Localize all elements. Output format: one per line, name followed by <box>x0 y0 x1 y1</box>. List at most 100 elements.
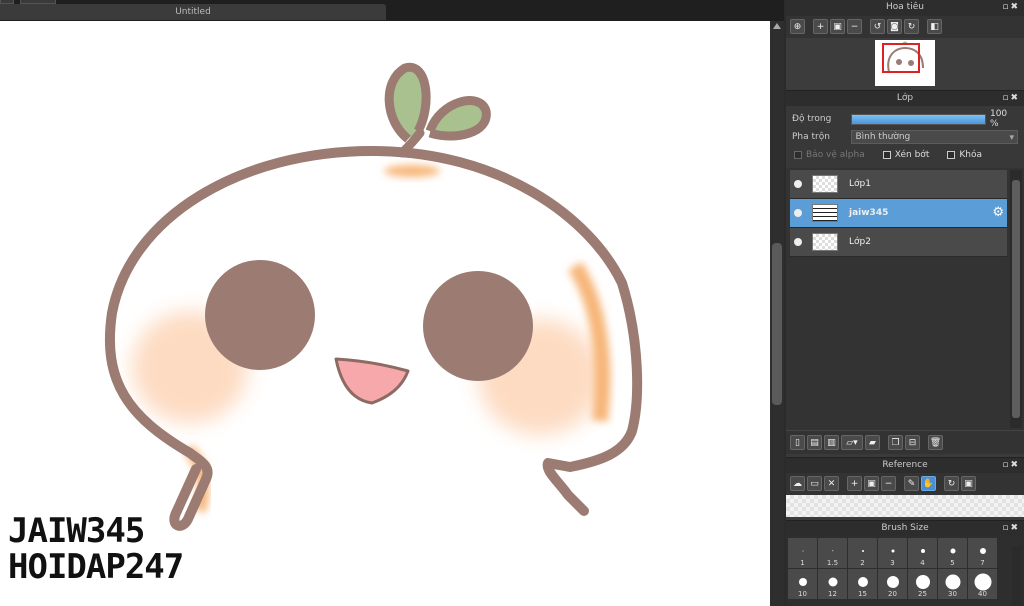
visibility-eye-icon[interactable] <box>794 180 802 188</box>
opacity-slider[interactable] <box>850 113 986 125</box>
layer-name: Lớp1 <box>849 179 871 189</box>
layer-name: jaiw345 <box>849 208 889 218</box>
brush-size-header: Brush Size ▫✖ <box>786 520 1024 536</box>
brush-size-label: 1 <box>800 559 805 567</box>
layer-thumbnail <box>812 233 838 251</box>
reference-header: Reference ▫✖ <box>786 457 1024 473</box>
layer-row[interactable]: Lớp2 <box>790 228 1007 257</box>
brush-size-label: 25 <box>918 590 927 598</box>
brush-size-grid: 1 1.5 2 3 4 5 7 10 12 15 20 25 30 40 <box>786 536 1024 606</box>
panel-controls[interactable]: ▫✖ <box>1002 521 1020 536</box>
brush-size-cell[interactable]: 2 <box>848 538 877 568</box>
zoom-out-icon[interactable]: − <box>881 476 896 491</box>
canvas-scrollbar[interactable] <box>770 21 784 606</box>
flip-icon[interactable]: ◧ <box>927 19 942 34</box>
lock-checkbox[interactable]: Khóa <box>947 150 982 160</box>
panel-controls[interactable]: ▫✖ <box>1002 0 1020 15</box>
rotate-right-icon[interactable]: ↻ <box>904 19 919 34</box>
layer-thumbnail <box>812 204 838 222</box>
brush-size-cell[interactable]: 30 <box>938 569 967 599</box>
brush-size-cell[interactable]: 5 <box>938 538 967 568</box>
gear-icon[interactable]: ⚙ <box>992 206 1004 219</box>
brush-dot-icon <box>974 573 991 591</box>
clipping-label: Xén bớt <box>894 150 930 160</box>
brush-size-cell[interactable]: 12 <box>818 569 847 599</box>
layer-row[interactable]: Lớp1 <box>790 170 1007 199</box>
new-layer-icon[interactable]: ▯ <box>790 435 805 450</box>
reference-title: Reference <box>882 460 928 470</box>
brush-dot-icon <box>920 548 925 553</box>
duplicate-layer-icon[interactable]: ❐ <box>888 435 903 450</box>
close-icon[interactable]: ✕ <box>824 476 839 491</box>
eyedropper-icon[interactable]: ✎ <box>904 476 919 491</box>
layer-list-area: Lớp1 jaiw345 ⚙ Lớp2 <box>786 168 1024 430</box>
brush-size-cell[interactable]: 3 <box>878 538 907 568</box>
brush-dot-icon <box>979 547 986 554</box>
reference-view[interactable] <box>786 495 1024 517</box>
checkbox-box <box>794 151 802 159</box>
brush-size-cell[interactable]: 7 <box>968 538 997 568</box>
navigator-preview[interactable] <box>786 38 1024 90</box>
fit-icon[interactable]: ▣ <box>864 476 879 491</box>
layer-panel-title: Lớp <box>896 93 914 103</box>
drawing-canvas[interactable]: JAIW345 HOIDAP247 <box>0 21 770 606</box>
zoom-reset-icon[interactable]: ⊕ <box>790 19 805 34</box>
brush-size-cell[interactable]: 1 <box>788 538 817 568</box>
trash-icon[interactable]: 🗑 <box>928 435 943 450</box>
cloud-icon[interactable]: ☁ <box>790 476 805 491</box>
zoom-in-icon[interactable]: + <box>847 476 862 491</box>
visibility-eye-icon[interactable] <box>794 238 802 246</box>
leaf-right <box>425 96 491 141</box>
folder-icon[interactable]: ▰ <box>865 435 880 450</box>
watermark-text: JAIW345 HOIDAP247 <box>8 513 184 585</box>
scroll-up-icon[interactable] <box>773 23 781 29</box>
brush-size-cell[interactable]: 10 <box>788 569 817 599</box>
clipping-checkbox[interactable]: Xén bớt <box>882 150 930 160</box>
hand-icon[interactable]: ✋ <box>921 476 936 491</box>
brush-size-label: 3 <box>890 559 895 567</box>
layer-scroll-thumb[interactable] <box>1012 180 1020 418</box>
fit-screen-icon[interactable]: ▣ <box>961 476 976 491</box>
navigator-viewport-frame[interactable] <box>882 43 920 73</box>
brush-size-cell[interactable]: 4 <box>908 538 937 568</box>
brush-size-cell[interactable]: 15 <box>848 569 877 599</box>
rotate-reset-icon[interactable]: ◙ <box>887 19 902 34</box>
new-halftone-layer-icon[interactable]: ▤ <box>807 435 822 450</box>
blend-row: Pha trộn Bình thường ▾ <box>792 128 1018 146</box>
brush-size-cell[interactable]: 25 <box>908 569 937 599</box>
document-tab[interactable]: Untitled <box>0 4 386 20</box>
merge-down-icon[interactable]: ⊟ <box>905 435 920 450</box>
protect-alpha-label: Bảo vệ alpha <box>806 150 865 160</box>
visibility-eye-icon[interactable] <box>794 209 802 217</box>
brush-size-cell[interactable]: 1.5 <box>818 538 847 568</box>
zoom-out-icon[interactable]: − <box>847 19 862 34</box>
orange-accent-top <box>384 165 440 177</box>
opacity-fill <box>851 114 985 124</box>
blend-mode-select[interactable]: Bình thường ▾ <box>851 130 1018 144</box>
brush-dot-icon <box>861 549 864 552</box>
brush-size-scrollbar[interactable] <box>1012 546 1022 606</box>
fit-icon[interactable]: ▣ <box>830 19 845 34</box>
layer-scrollbar[interactable] <box>1010 170 1022 428</box>
brush-size-label: 7 <box>980 559 985 567</box>
new-1bit-layer-icon[interactable]: ▥ <box>824 435 839 450</box>
blend-label: Pha trộn <box>792 132 830 142</box>
layer-properties: Độ trong 100 % Pha trộn Bình thường ▾ Bả… <box>786 106 1024 168</box>
add-layer-menu-icon[interactable]: ▱▾ <box>841 435 863 450</box>
blend-mode-value: Bình thường <box>855 132 911 142</box>
brush-size-cell[interactable]: 20 <box>878 569 907 599</box>
navigator-title: Hoa tiêu <box>886 2 924 12</box>
rotate-left-icon[interactable]: ↺ <box>870 19 885 34</box>
protect-alpha-checkbox[interactable]: Bảo vệ alpha <box>794 150 865 160</box>
brush-size-cell[interactable]: 40 <box>968 569 997 599</box>
layer-name: Lớp2 <box>849 237 871 247</box>
canvas-scroll-thumb[interactable] <box>772 243 782 405</box>
rotate-icon[interactable]: ↻ <box>944 476 959 491</box>
layer-toolbar: ▯ ▤ ▥ ▱▾ ▰ ❐ ⊟ 🗑 <box>786 430 1024 454</box>
panel-controls[interactable]: ▫✖ <box>1002 458 1020 473</box>
zoom-in-icon[interactable]: + <box>813 19 828 34</box>
layer-row-selected[interactable]: jaiw345 ⚙ <box>790 199 1007 228</box>
open-folder-icon[interactable]: ▭ <box>807 476 822 491</box>
brush-size-label: 20 <box>888 590 897 598</box>
panel-controls[interactable]: ▫✖ <box>1002 91 1020 106</box>
